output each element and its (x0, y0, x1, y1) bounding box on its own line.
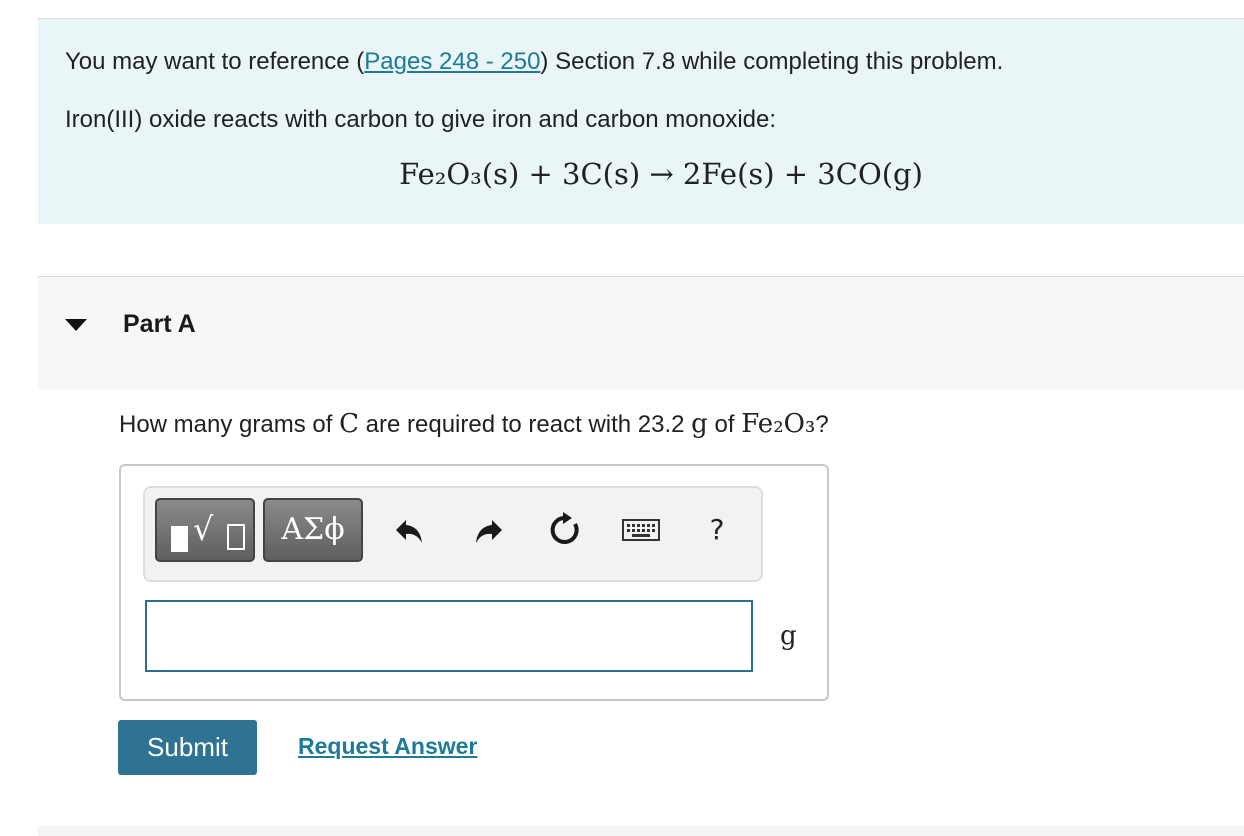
submit-button[interactable]: Submit (118, 720, 257, 775)
question-text: How many grams of C are required to reac… (119, 409, 829, 439)
math-toolbar: √ ΑΣϕ ? (143, 486, 763, 582)
answer-input[interactable] (145, 600, 753, 672)
keyboard-icon[interactable] (621, 510, 661, 550)
redo-icon[interactable] (468, 510, 508, 550)
reset-icon[interactable] (545, 510, 585, 550)
greek-symbols-button[interactable]: ΑΣϕ (263, 498, 363, 562)
pages-reference-link[interactable]: Pages 248 - 250 (364, 48, 540, 75)
reference-line: You may want to reference (Pages 248 - 2… (65, 48, 1004, 75)
problem-description: Iron(III) oxide reacts with carbon to gi… (65, 106, 777, 133)
undo-icon[interactable] (390, 510, 430, 550)
next-section-edge (38, 826, 1244, 836)
help-button[interactable]: ? (697, 510, 737, 550)
answer-box: √ ΑΣϕ ? g (119, 464, 829, 701)
part-a-header[interactable]: Part A (38, 276, 1244, 390)
request-answer-link[interactable]: Request Answer (298, 733, 477, 760)
collapse-caret-icon[interactable] (65, 319, 87, 331)
chemical-equation: Fe₂O₃(s) + 3C(s) → 2Fe(s) + 3CO(g) (399, 157, 923, 191)
answer-unit: g (780, 621, 797, 651)
part-title: Part A (123, 310, 196, 338)
templates-button[interactable]: √ (155, 498, 255, 562)
reference-panel: You may want to reference (Pages 248 - 2… (38, 18, 1244, 224)
